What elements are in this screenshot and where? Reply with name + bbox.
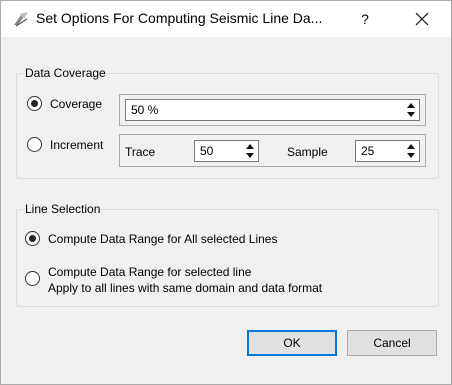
spin-up-icon[interactable] xyxy=(406,143,417,151)
app-icon xyxy=(12,10,30,28)
selected-line-sublabel: Apply to all lines with same domain and … xyxy=(48,281,323,295)
sample-spinbox[interactable]: 25 xyxy=(355,140,420,162)
all-lines-radio[interactable] xyxy=(25,231,40,246)
coverage-spinbox[interactable]: 50 % xyxy=(125,99,420,121)
spin-up-icon[interactable] xyxy=(245,143,256,151)
spin-down-icon[interactable] xyxy=(406,110,417,118)
ok-button[interactable]: OK xyxy=(247,330,337,356)
trace-spinbox[interactable]: 50 xyxy=(194,140,259,162)
sample-label: Sample xyxy=(287,145,328,159)
sample-value: 25 xyxy=(361,144,375,158)
all-lines-label[interactable]: Compute Data Range for All selected Line… xyxy=(48,232,277,246)
coverage-label[interactable]: Coverage xyxy=(50,97,102,111)
trace-label: Trace xyxy=(125,145,156,159)
trace-value: 50 xyxy=(200,144,214,158)
title-bar[interactable]: Set Options For Computing Seismic Line D… xyxy=(1,1,451,37)
spin-down-icon[interactable] xyxy=(406,151,417,159)
dialog-window: Set Options For Computing Seismic Line D… xyxy=(0,0,452,385)
close-icon[interactable] xyxy=(409,8,435,30)
data-coverage-title: Data Coverage xyxy=(24,66,107,80)
spin-up-icon[interactable] xyxy=(406,102,417,110)
window-title: Set Options For Computing Seismic Line D… xyxy=(36,10,323,26)
increment-label[interactable]: Increment xyxy=(50,138,103,152)
selected-line-label[interactable]: Compute Data Range for selected line xyxy=(48,265,251,279)
coverage-radio[interactable] xyxy=(27,96,42,111)
selected-line-radio[interactable] xyxy=(25,271,40,286)
help-icon[interactable]: ? xyxy=(353,8,377,30)
increment-radio[interactable] xyxy=(27,137,42,152)
line-selection-title: Line Selection xyxy=(24,202,102,216)
spin-down-icon[interactable] xyxy=(245,151,256,159)
cancel-button[interactable]: Cancel xyxy=(347,330,437,356)
coverage-value: 50 % xyxy=(131,103,159,117)
